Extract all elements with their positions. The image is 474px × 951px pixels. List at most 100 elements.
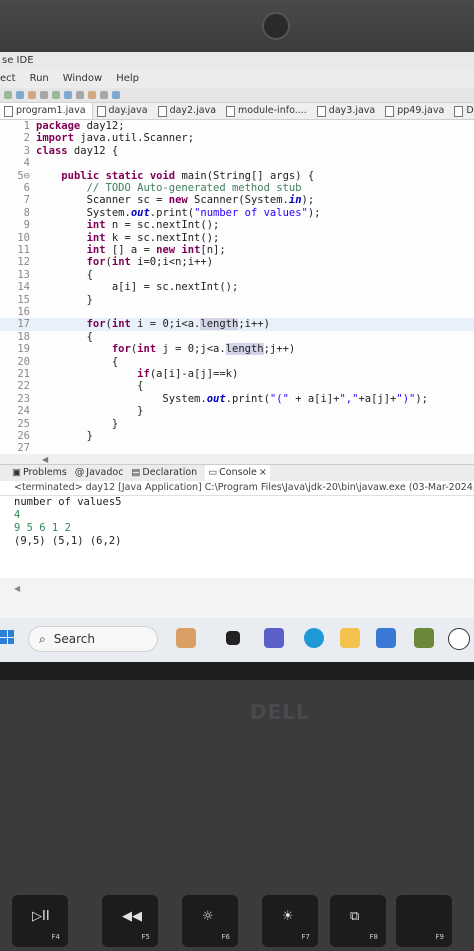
javadoc-icon: @ [74, 467, 85, 478]
code-line: 20 { [0, 356, 474, 369]
function-key[interactable]: F9 [396, 895, 452, 947]
close-icon[interactable]: × [259, 465, 267, 481]
tab-console[interactable]: ▭ Console × [205, 465, 270, 481]
code-editor[interactable]: 1 package day12; 2 import java.util.Scanner… [0, 120, 474, 454]
editor-tab[interactable]: day.java [93, 103, 154, 119]
code-line: 17 for(int i = 0;i<a.length;i++) [0, 318, 474, 332]
editor-tab[interactable]: D [450, 103, 474, 119]
tab-javadoc[interactable]: @ Javadoc [75, 465, 124, 481]
function-key[interactable]: ◀◀ F5 [102, 895, 158, 947]
scroll-left-icon[interactable]: ◀ [14, 584, 20, 593]
editor-tab[interactable]: module-info.... [222, 103, 313, 119]
toolbar-icon[interactable] [112, 91, 120, 99]
code-line: 25 } [0, 418, 474, 431]
line-number: 26 [17, 430, 30, 442]
code-text: for(int i = 0;i<a.length;i++) [86, 318, 270, 331]
editor-tab-label: pp49.java [397, 105, 445, 116]
function-key-label: F4 [51, 933, 60, 941]
line-number: 7 [23, 194, 30, 207]
editor-tab-label: module-info.... [238, 105, 307, 116]
java-file-icon [96, 105, 106, 117]
code-text: } [36, 417, 119, 430]
function-key-label: F7 [301, 933, 310, 941]
line-number: 11 [17, 244, 30, 256]
function-key[interactable]: ☀ F7 [262, 895, 318, 947]
scroll-left-icon[interactable]: ◀ [42, 455, 48, 464]
line-number: 17 [17, 318, 30, 331]
teams-icon[interactable] [264, 628, 284, 648]
code-line: 5⊖ public static void main(String[] args… [0, 170, 474, 183]
taskbar-search[interactable]: ⌕ Search [28, 626, 158, 652]
code-text: } [36, 293, 93, 306]
toolbar-icon[interactable] [28, 91, 36, 99]
code-text: System.out.print("(" + a[i]+","+a[j]+")"… [36, 392, 428, 405]
java-file-icon [454, 105, 464, 117]
function-key-symbol: ☼ [202, 909, 214, 924]
toolbar-icon[interactable] [76, 91, 84, 99]
toolbar-icon[interactable] [16, 91, 24, 99]
editor-tab[interactable]: day3.java [313, 103, 381, 119]
store-icon[interactable] [414, 628, 434, 648]
problems-icon: ▣ [12, 467, 21, 478]
console-line: 4 [14, 509, 21, 521]
edge-icon[interactable] [304, 628, 324, 648]
tab-problems[interactable]: ▣ Problems [12, 465, 67, 481]
menu-project[interactable]: ect [0, 70, 16, 88]
line-number: 6 [23, 182, 30, 194]
line-number: 18 [17, 330, 30, 343]
laptop-hinge [0, 662, 474, 680]
line-number: 5⊖ [17, 169, 30, 182]
tab-declaration[interactable]: ▤ Declaration [131, 465, 197, 481]
ide-screen: se IDE ect Run Window Help program1.java… [0, 52, 474, 662]
console-output[interactable]: number of values5 4 9 5 6 1 2 (9,5) (5,1… [0, 496, 474, 578]
widgets-icon[interactable] [176, 628, 196, 648]
code-text: { [36, 355, 119, 368]
function-key-symbol: ◀◀ [122, 909, 142, 924]
function-key-label: F5 [141, 933, 150, 941]
editor-tab[interactable]: program1.java [0, 103, 93, 119]
line-number: 12 [17, 256, 30, 269]
menu-run[interactable]: Run [30, 70, 49, 88]
windows-taskbar: ⌕ Search [0, 618, 474, 662]
task-view-icon[interactable] [226, 631, 240, 645]
toolbar-icon[interactable] [88, 91, 96, 99]
line-number: 22 [17, 380, 30, 393]
line-number: 20 [17, 355, 30, 368]
editor-tab[interactable]: day2.java [154, 103, 222, 119]
toolbar-icon[interactable] [52, 91, 60, 99]
java-file-icon [316, 105, 326, 117]
code-line: 10 int k = sc.nextInt(); [0, 232, 474, 245]
code-text: package day12; [36, 120, 125, 132]
toolbar-icon[interactable] [64, 91, 72, 99]
menu-window[interactable]: Window [63, 70, 102, 88]
code-line: 21 if(a[i]-a[j]==k) [0, 368, 474, 381]
function-key[interactable]: ⧉ F8 [330, 895, 386, 947]
mail-icon[interactable] [376, 628, 396, 648]
function-key[interactable]: ☼ F6 [182, 895, 238, 947]
function-key[interactable]: ▷II F4 [12, 895, 68, 947]
panel-tabs: ▣ Problems @ Javadoc ▤ Declaration ▭ Console… [0, 464, 474, 481]
java-file-icon [226, 105, 236, 117]
line-number: 21 [17, 368, 30, 380]
editor-tab[interactable]: pp49.java [381, 103, 450, 119]
code-line: 2 import java.util.Scanner; [0, 132, 474, 145]
function-key-label: F6 [221, 933, 230, 941]
menu-help[interactable]: Help [116, 70, 139, 88]
toolbar-icon[interactable] [4, 91, 12, 99]
windows-start-icon[interactable] [0, 630, 14, 644]
editor-horizontal-scrollbar[interactable]: ◀ [0, 454, 474, 464]
code-line: 1 package day12; [0, 120, 474, 133]
function-key-label: F8 [369, 933, 378, 941]
function-key-symbol: ⧉ [350, 909, 360, 924]
file-explorer-icon[interactable] [340, 628, 360, 648]
console-scrollbar[interactable]: ◀ [0, 578, 474, 604]
code-line: 23 System.out.print("(" + a[i]+","+a[j]+… [0, 393, 474, 406]
dell-app-icon[interactable] [448, 628, 470, 650]
code-line: 22 { [0, 380, 474, 393]
toolbar-icon[interactable] [100, 91, 108, 99]
line-number: 14 [17, 281, 30, 294]
code-text: { [36, 268, 93, 281]
declaration-icon: ▤ [131, 467, 141, 478]
toolbar-icon[interactable] [40, 91, 48, 99]
line-number: 24 [17, 405, 30, 418]
